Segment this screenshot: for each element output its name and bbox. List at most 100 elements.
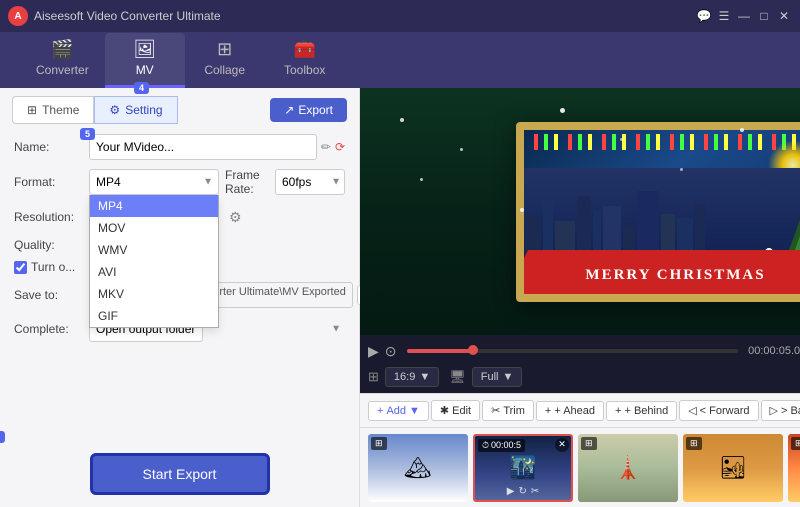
progress-bar[interactable]: [407, 349, 739, 353]
forward-label: < Forward: [700, 405, 750, 417]
player-controls: ▶ ⊙ 00:00:05.00/00:00:25.00 🔊 Start Expo…: [360, 335, 800, 367]
aspect-select[interactable]: 16:9 ▼: [385, 367, 439, 387]
saveto-label: Save to:: [14, 288, 89, 302]
tab-toolbox[interactable]: 🧰 Toolbox: [265, 33, 345, 88]
titlebar: A Aiseesoft Video Converter Ultimate 💬 ☰…: [0, 0, 800, 32]
backward-button[interactable]: ▷ > Backward: [761, 400, 800, 421]
resolution-gear-icon[interactable]: ⚙: [229, 209, 242, 226]
maximize-button[interactable]: □: [756, 8, 772, 24]
tab-setting-label: Setting: [125, 103, 162, 117]
monitor-icon: 🖥: [449, 369, 466, 385]
tab-setting[interactable]: ⚙ Setting: [94, 96, 177, 124]
behind-button[interactable]: + + Behind: [606, 401, 677, 421]
film-time-value: 00:00:5: [491, 440, 521, 450]
cut-ctrl-icon[interactable]: ✂: [531, 486, 539, 497]
edit-label: Edit: [452, 405, 471, 417]
app-title: Aiseesoft Video Converter Ultimate: [34, 9, 696, 23]
filmstrip: 🏔 ⊞ 🌃 ⏱ 00:00:5 ✕ ▶ ↻ ✂: [360, 427, 800, 507]
edit-icon: ✱: [440, 404, 449, 417]
bottom-toolbar: + Add ▼ ✱ Edit ✂ Trim + + Ahead + + Behi…: [360, 393, 800, 427]
format-option-mkv[interactable]: MKV: [90, 283, 218, 305]
start-export-wrapper: 6 Start Export: [0, 441, 359, 507]
add-arrow-icon: ▼: [409, 405, 420, 417]
format-option-mp4[interactable]: MP4: [90, 195, 218, 217]
play-ctrl-icon[interactable]: ▶: [507, 486, 515, 497]
stop-button[interactable]: ⊙: [385, 343, 397, 360]
format-select[interactable]: MP4 MOV WMV AVI MKV GIF: [89, 169, 219, 195]
film-controls-2: ▶ ↻ ✂: [507, 486, 539, 497]
add-label: Add: [386, 405, 406, 417]
export-button[interactable]: ↗ Export: [270, 98, 347, 122]
trim-label: Trim: [503, 405, 525, 417]
tab-theme[interactable]: ⊞ Theme: [12, 96, 94, 124]
name-row: 5 Name: ✏ ⟳: [14, 134, 345, 160]
clear-name-icon[interactable]: ⟳: [335, 140, 345, 154]
start-export-big-button[interactable]: Start Export: [90, 453, 270, 495]
theme-icon: ⊞: [27, 103, 37, 117]
film-thumb-3[interactable]: 🗼 ⊞: [578, 434, 678, 502]
play-button[interactable]: ▶: [368, 343, 379, 360]
format-option-avi[interactable]: AVI: [90, 261, 218, 283]
aspect-controls: ⊞ 16:9 ▼ 🖥 Full ▼: [360, 367, 800, 393]
badge-6: 6: [0, 431, 5, 443]
film-thumb-2[interactable]: 🌃 ⏱ 00:00:5 ✕ ▶ ↻ ✂: [473, 434, 573, 502]
add-icon: +: [377, 405, 383, 417]
format-option-wmv[interactable]: WMV: [90, 239, 218, 261]
video-preview: MERRY CHRISTMAS: [360, 88, 800, 335]
framerate-label: Frame Rate:: [225, 168, 261, 196]
setting-icon: ⚙: [109, 103, 120, 117]
toolbox-icon: 🧰: [293, 39, 315, 60]
film-close-button-2[interactable]: ✕: [555, 438, 569, 452]
trim-button[interactable]: ✂ Trim: [482, 400, 534, 421]
format-label: Format:: [14, 175, 89, 189]
turnon-checkbox[interactable]: [14, 261, 27, 274]
progress-dot: [468, 345, 478, 355]
window-controls: 💬 ☰ — □ ✕: [696, 8, 792, 24]
forward-button[interactable]: ◁ < Forward: [679, 400, 758, 421]
edit-name-icon[interactable]: ✏: [321, 140, 331, 154]
collage-icon: ⊞: [217, 39, 232, 60]
city-emoji: 🌃: [509, 455, 536, 481]
film-thumb-4[interactable]: 🏜 ⊞: [683, 434, 783, 502]
tab-mv[interactable]: 🖼 MV: [105, 33, 185, 88]
left-panel: ⊞ Theme ⚙ Setting 4 ↗ Export 5 Name: ✏: [0, 88, 360, 507]
edit-button[interactable]: ✱ Edit: [431, 400, 480, 421]
progress-fill: [407, 349, 473, 353]
christmas-banner: MERRY CHRISTMAS: [524, 258, 800, 294]
fps-wrapper: 24fps 30fps 60fps ▼: [275, 169, 345, 195]
add-button[interactable]: + Add ▼: [368, 401, 429, 421]
mountain-emoji: 🏔: [404, 455, 432, 481]
chat-button[interactable]: 💬: [696, 8, 712, 24]
format-row: Format: MP4 MOV WMV AVI MKV GIF ▼ MP4 MO…: [14, 168, 345, 196]
film-time-badge-2: ⏱ 00:00:5: [478, 439, 525, 452]
menu-button[interactable]: ☰: [716, 8, 732, 24]
rotate-ctrl-icon[interactable]: ↻: [518, 486, 526, 497]
ahead-button[interactable]: + + Ahead: [536, 401, 604, 421]
converter-icon: 🎬: [51, 39, 73, 60]
backward-icon: ▷: [770, 404, 778, 417]
complete-arrow-icon: ▼: [331, 324, 341, 335]
right-panel: MERRY CHRISTMAS ▶ ⊙: [360, 88, 800, 507]
export-icon: ↗: [284, 103, 294, 117]
badge-4: 4: [134, 82, 149, 94]
close-button[interactable]: ✕: [776, 8, 792, 24]
tab-toolbox-label: Toolbox: [284, 63, 325, 77]
full-select[interactable]: Full ▼: [472, 367, 523, 387]
film-thumb-5[interactable]: 🌅 ⊞: [788, 434, 800, 502]
film-icon-badge-3: ⊞: [581, 437, 597, 450]
name-input[interactable]: [89, 134, 317, 160]
ahead-icon: +: [545, 405, 551, 417]
clock-icon: ⏱: [482, 440, 489, 451]
badge-5: 5: [80, 128, 95, 140]
tab-collage[interactable]: ⊞ Collage: [185, 33, 265, 88]
format-option-mov[interactable]: MOV: [90, 217, 218, 239]
name-icons: ✏ ⟳: [321, 140, 345, 154]
film-thumb-1[interactable]: 🏔 ⊞: [368, 434, 468, 502]
tab-converter[interactable]: 🎬 Converter: [20, 33, 105, 88]
minimize-button[interactable]: —: [736, 8, 752, 24]
turnon-label: Turn o...: [31, 260, 75, 274]
behind-icon: +: [615, 405, 621, 417]
format-dropdown[interactable]: MP4 MOV WMV AVI MKV GIF: [89, 195, 219, 328]
fps-select[interactable]: 24fps 30fps 60fps: [275, 169, 345, 195]
format-option-gif[interactable]: GIF: [90, 305, 218, 327]
